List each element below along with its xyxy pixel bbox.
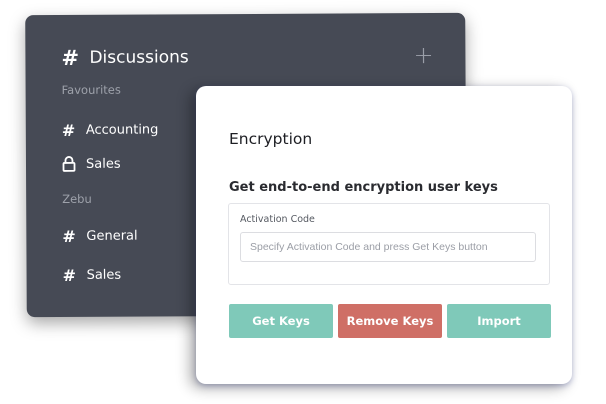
sidebar-item-label: General (86, 228, 138, 244)
sidebar-item-sales-private[interactable]: Sales (62, 156, 121, 172)
activation-code-group: Activation Code Specify Activation Code … (228, 203, 550, 285)
activation-code-label: Activation Code (240, 214, 315, 225)
sidebar-item-general[interactable]: # General (62, 227, 137, 246)
sidebar-item-accounting[interactable]: # Accounting (62, 120, 159, 140)
section-label-favourites: Favourites (61, 82, 121, 97)
get-keys-button[interactable]: Get Keys (229, 304, 333, 338)
sidebar-item-label: Accounting (85, 122, 159, 138)
sidebar-item-sales[interactable]: # Sales (63, 266, 122, 285)
section-label-zebu: Zebu (62, 191, 92, 206)
hash-icon: # (62, 265, 77, 285)
stage: # Discussions + Favourites # Accounting … (0, 0, 606, 404)
hash-icon: # (61, 45, 80, 70)
sidebar-item-label: Sales (86, 267, 122, 283)
add-discussion-icon[interactable]: + (413, 41, 433, 69)
card-subtitle: Get end-to-end encryption user keys (229, 180, 498, 195)
hash-icon: # (62, 226, 76, 246)
import-button[interactable]: Import (447, 304, 551, 338)
hash-icon: # (61, 120, 76, 140)
sidebar-title: Discussions (89, 47, 189, 68)
encryption-card: Encryption Get end-to-end encryption use… (196, 86, 572, 384)
activation-code-input[interactable]: Specify Activation Code and press Get Ke… (240, 232, 536, 262)
lock-icon (62, 156, 86, 172)
sidebar-item-label: Sales (85, 156, 121, 172)
card-title: Encryption (229, 130, 313, 148)
remove-keys-button[interactable]: Remove Keys (338, 304, 442, 338)
sidebar-header: # Discussions (61, 45, 188, 70)
